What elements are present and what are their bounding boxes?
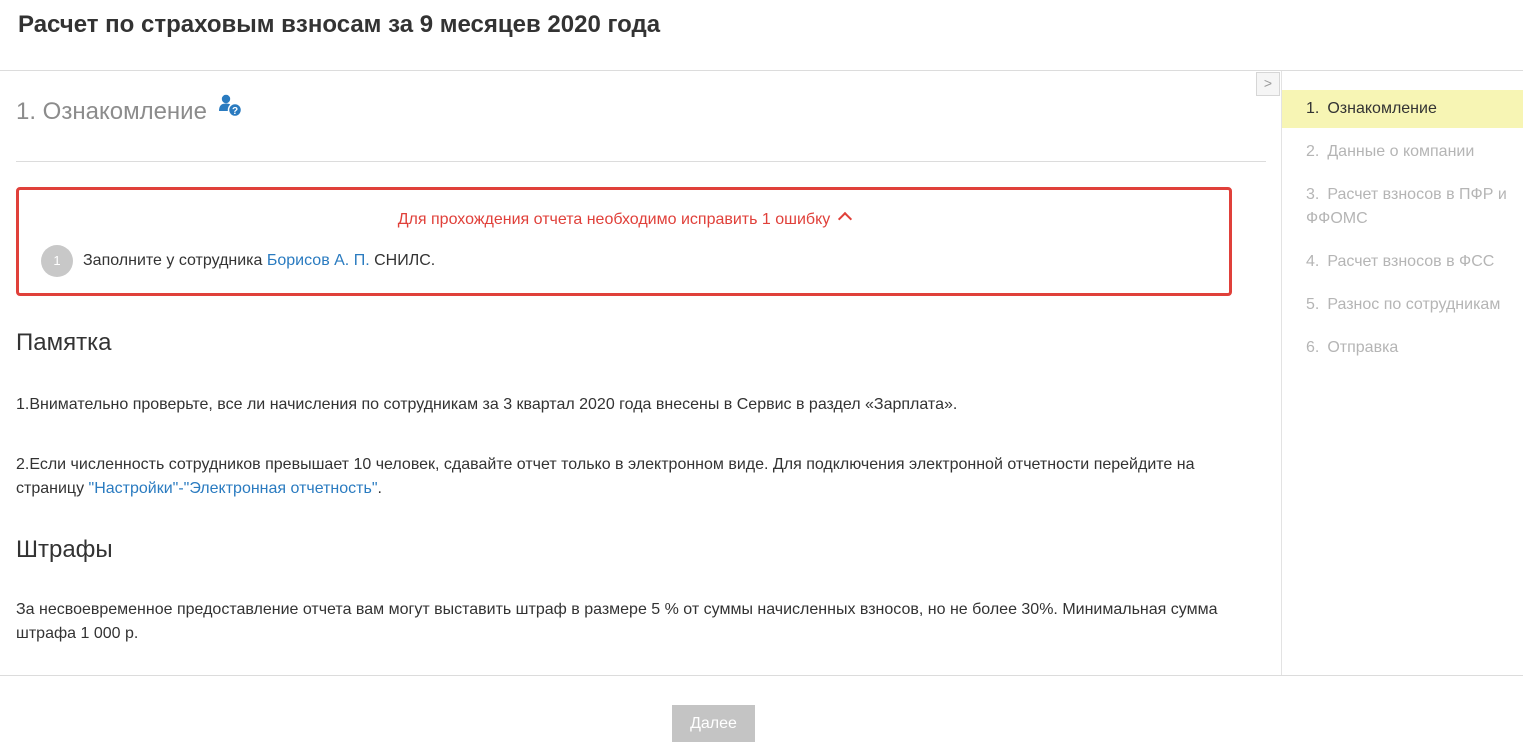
step-header: 1. Ознакомление ? [16, 94, 244, 128]
collapse-sidebar-button[interactable]: > [1256, 72, 1280, 96]
sidebar-item-label: Данные о компании [1327, 143, 1475, 160]
sidebar-item-label: Отправка [1327, 339, 1399, 356]
sidebar-item-company-data[interactable]: 2. Данные о компании [1282, 133, 1523, 171]
page-title: Расчет по страховым взносам за 9 месяцев… [18, 11, 661, 38]
error-summary[interactable]: Для прохождения отчета необходимо исправ… [19, 209, 1229, 231]
sidebar-item-number: 2. [1306, 143, 1320, 160]
sidebar-item-label: Расчет взносов в ФСС [1327, 253, 1495, 270]
fines-paragraph: За несвоевременное предоставление отчета… [16, 601, 1218, 642]
employee-link[interactable]: Борисов А. П. [267, 252, 370, 269]
sidebar-item-fss[interactable]: 4. Расчет взносов в ФСС [1282, 243, 1523, 281]
error-panel: Для прохождения отчета необходимо исправ… [16, 187, 1232, 296]
sidebar-item-send[interactable]: 6. Отправка [1282, 329, 1523, 367]
error-number-badge: 1 [41, 245, 73, 277]
sidebar-item-pfr-ffoms[interactable]: 3. Расчет взносов в ПФР и ФФОМС [1282, 176, 1523, 238]
next-button[interactable]: Далее [672, 705, 755, 742]
sidebar-item-number: 6. [1306, 339, 1320, 356]
sidebar-item-employees[interactable]: 5. Разнос по сотрудникам [1282, 286, 1523, 324]
sidebar-item-label: Ознакомление [1327, 100, 1437, 117]
sidebar-item-number: 4. [1306, 253, 1320, 270]
error-summary-text: Для прохождения отчета необходимо исправ… [397, 211, 831, 228]
svg-text:?: ? [232, 106, 238, 117]
step-divider [16, 161, 1266, 162]
sidebar-item-label: Разнос по сотрудникам [1327, 296, 1501, 313]
chevron-up-icon[interactable] [838, 211, 853, 227]
error-text-prefix: Заполните у сотрудника [83, 252, 267, 269]
user-help-icon[interactable]: ? [218, 94, 244, 127]
memo-title: Памятка [16, 329, 112, 356]
error-text: Заполните у сотрудника Борисов А. П. СНИ… [83, 252, 435, 270]
memo-paragraph-2-end: . [377, 480, 382, 497]
memo-paragraph-1: 1.Внимательно проверьте, все ли начислен… [16, 396, 958, 413]
footer-divider [0, 675, 1523, 676]
sidebar-item-label: Расчет взносов в ПФР и ФФОМС [1306, 186, 1507, 227]
fines-title: Штрафы [16, 536, 113, 563]
header-divider [0, 70, 1523, 71]
memo-paragraph-2: 2.Если численность сотрудников превышает… [16, 453, 1266, 501]
sidebar-item-number: 5. [1306, 296, 1320, 313]
step-title: 1. Ознакомление [16, 98, 207, 125]
error-text-suffix: СНИЛС. [369, 252, 436, 269]
electronic-reporting-link[interactable]: "Настройки"-"Электронная отчетность" [89, 480, 378, 497]
steps-sidebar: 1. Ознакомление 2. Данные о компании 3. Рас… [1282, 90, 1523, 372]
error-item: 1 Заполните у сотрудника Борисов А. П. С… [41, 245, 435, 277]
sidebar-item-introduction[interactable]: 1. Ознакомление [1282, 90, 1523, 128]
sidebar-item-number: 3. [1306, 186, 1320, 203]
sidebar-item-number: 1. [1306, 100, 1320, 117]
